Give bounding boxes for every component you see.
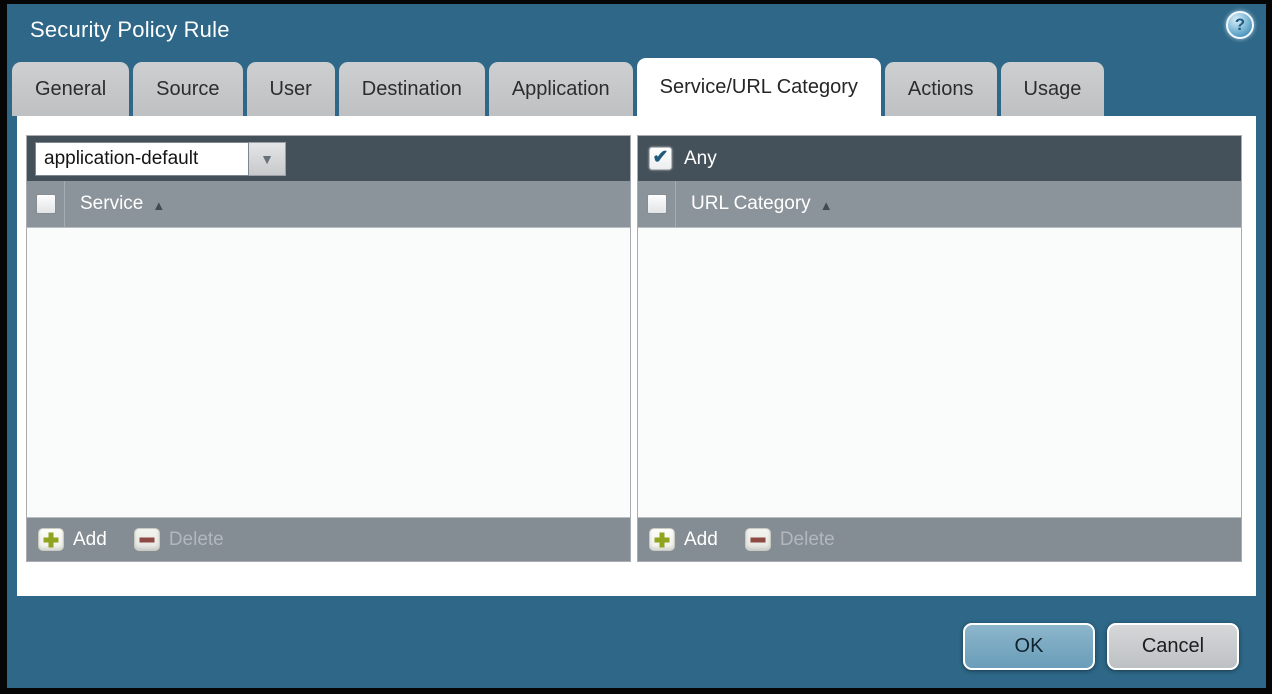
security-policy-rule-dialog: Security Policy Rule ? General Source Us… (7, 4, 1266, 688)
service-type-dropdown-button[interactable]: ▼ (249, 142, 286, 176)
service-column-header[interactable]: Service ▲ (80, 181, 165, 227)
service-type-combobox: ▼ (35, 142, 286, 176)
any-checkbox-row: ✔ Any (646, 147, 717, 170)
sort-asc-icon: ▲ (152, 199, 165, 212)
service-table-body (27, 228, 630, 517)
tab-usage[interactable]: Usage (1001, 62, 1105, 116)
ok-button[interactable]: OK (963, 623, 1095, 670)
tab-destination[interactable]: Destination (339, 62, 485, 116)
service-panel: ▼ Service ▲ Ad (26, 135, 631, 562)
url-category-delete-button[interactable]: Delete (745, 528, 835, 551)
url-category-add-button[interactable]: Add (649, 528, 718, 551)
service-select-all-checkbox[interactable] (36, 194, 56, 214)
tab-general[interactable]: General (12, 62, 129, 116)
delete-minus-icon (745, 528, 771, 551)
delete-button-label: Delete (169, 529, 224, 551)
url-category-footer: Add Delete (638, 517, 1241, 561)
url-category-table-header: URL Category ▲ (638, 181, 1241, 228)
service-select-all-cell (27, 181, 65, 227)
service-toolbar: ▼ (27, 136, 630, 181)
tab-user[interactable]: User (247, 62, 335, 116)
add-plus-icon (649, 528, 675, 551)
screen: Security Policy Rule ? General Source Us… (0, 0, 1272, 694)
any-checkbox-label: Any (684, 148, 717, 170)
delete-button-label: Delete (780, 529, 835, 551)
tab-source[interactable]: Source (133, 62, 242, 116)
help-icon[interactable]: ? (1226, 11, 1254, 39)
dialog-title: Security Policy Rule (30, 17, 230, 43)
tab-content-sheet: ▼ Service ▲ Ad (17, 116, 1256, 596)
service-delete-button[interactable]: Delete (134, 528, 224, 551)
any-checkbox[interactable]: ✔ (649, 147, 672, 170)
url-category-panel: ✔ Any URL Category ▲ (637, 135, 1242, 562)
tab-actions[interactable]: Actions (885, 62, 997, 116)
add-plus-icon (38, 528, 64, 551)
cancel-button[interactable]: Cancel (1107, 623, 1239, 670)
service-footer: Add Delete (27, 517, 630, 561)
tab-application[interactable]: Application (489, 62, 633, 116)
checkmark-icon: ✔ (653, 148, 669, 167)
sort-asc-icon: ▲ (820, 199, 833, 212)
url-category-column-label: URL Category (691, 193, 811, 215)
service-type-input[interactable] (35, 142, 249, 176)
url-category-toolbar: ✔ Any (638, 136, 1241, 181)
add-button-label: Add (73, 529, 107, 551)
service-table-header: Service ▲ (27, 181, 630, 228)
tab-service-url-category[interactable]: Service/URL Category (637, 58, 881, 116)
service-add-button[interactable]: Add (38, 528, 107, 551)
add-button-label: Add (684, 529, 718, 551)
url-category-table-body (638, 228, 1241, 517)
tab-bar: General Source User Destination Applicat… (12, 58, 1104, 116)
delete-minus-icon (134, 528, 160, 551)
chevron-down-icon: ▼ (260, 151, 274, 167)
url-category-select-all-cell (638, 181, 676, 227)
url-category-column-header[interactable]: URL Category ▲ (691, 181, 833, 227)
service-column-label: Service (80, 193, 143, 215)
url-category-select-all-checkbox[interactable] (647, 194, 667, 214)
